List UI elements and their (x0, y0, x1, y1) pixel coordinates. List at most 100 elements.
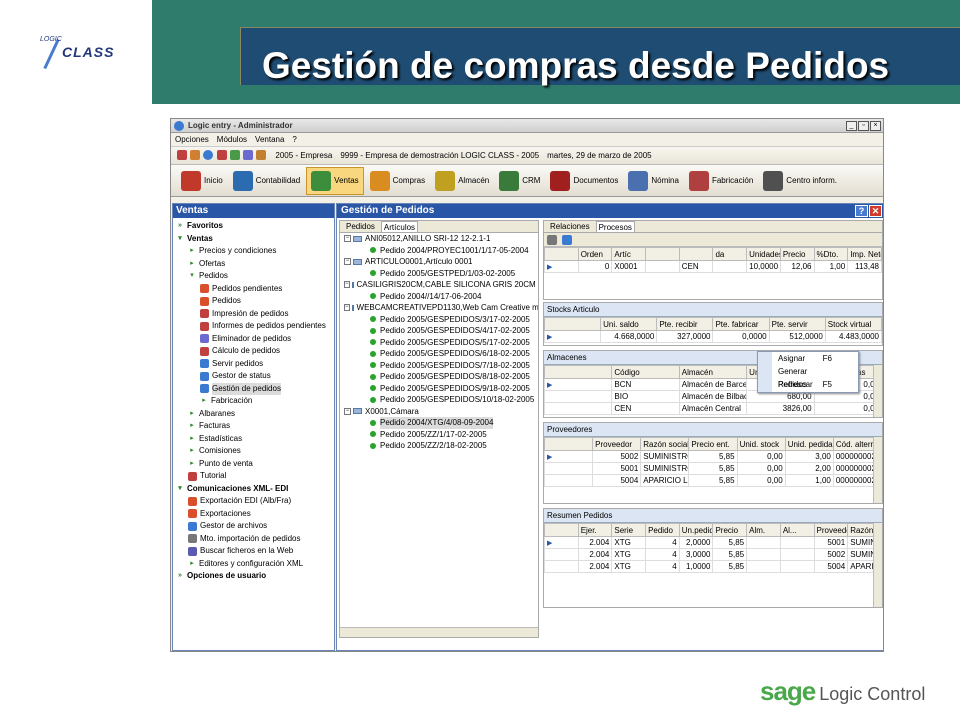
column-header[interactable]: Imp. Neto (847, 247, 882, 261)
restore-button[interactable]: ▫ (858, 120, 869, 131)
expand-glyph-icon[interactable]: ▸ (188, 408, 196, 421)
toolbar-button-7[interactable]: Nómina (624, 167, 683, 195)
tree-leaf[interactable]: Pedido 2005/GESPEDIDOS/7/18-02-2005 (340, 360, 538, 372)
column-header[interactable]: Serie (611, 523, 647, 537)
column-header[interactable]: Pte. fabricar (712, 317, 770, 331)
tree-tab[interactable]: Artículos (380, 221, 419, 232)
config-icon[interactable] (229, 149, 240, 160)
table-row[interactable]: ▶5002SUMINISTROS DE ...5,850,003,0000000… (544, 450, 882, 463)
table-row[interactable]: ▶ 4.668,0000 327,0000 0,0000 512,0000 4.483,0… (544, 330, 882, 343)
calc-icon[interactable] (190, 149, 201, 160)
column-header[interactable]: Unid. pedidas (784, 437, 834, 451)
nav-item[interactable]: Mto. importación de pedidos (173, 533, 334, 546)
table-row[interactable]: CEN Almacén Central 3826,00 0,00 (544, 402, 882, 415)
tree-folder[interactable]: − ANI05012,ANILLO SRI-12 12-2.1-1 (340, 233, 538, 245)
toolbar-button-2[interactable]: Ventas (306, 166, 364, 195)
column-header[interactable]: Precio (779, 247, 815, 261)
minimize-button[interactable]: _ (846, 120, 857, 131)
collapse-icon[interactable]: − (344, 407, 351, 415)
column-header[interactable]: Precio (712, 523, 748, 537)
menu-item[interactable]: Ventana (255, 135, 284, 144)
nav-item[interactable]: Cálculo de pedidos (173, 345, 334, 358)
tree-horizontal-scrollbar[interactable] (340, 627, 538, 637)
column-header[interactable]: Proveedor (813, 523, 849, 537)
expand-glyph-icon[interactable]: ▸ (188, 258, 196, 271)
nav-item[interactable]: ▸ Albaranes (173, 408, 334, 421)
tree-leaf[interactable]: Pedido 2004/PROYEC1001/1/17-05-2004 (340, 245, 538, 257)
right-tab[interactable]: Procesos (595, 221, 635, 232)
table-row[interactable]: 5004APARICIO LORENZO5,850,001,0000000000… (544, 474, 882, 487)
export-icon[interactable] (256, 149, 267, 160)
close-window-button[interactable]: × (870, 120, 881, 131)
nav-item[interactable]: Gestor de status (173, 370, 334, 383)
column-header[interactable]: Orden (577, 247, 613, 261)
process-menu-item[interactable]: Asignar F6 (758, 352, 858, 365)
nav-item[interactable]: Gestor de archivos (173, 520, 334, 533)
nav-item[interactable]: » Opciones de usuario (173, 570, 334, 583)
tree-folder[interactable]: − X0001,Cámara (340, 406, 538, 418)
tree-tab[interactable]: Pedidos (344, 221, 377, 232)
toolbar-button-4[interactable]: Almacén (431, 167, 493, 195)
table-row[interactable]: 2.004XTG43,00005,855002SUMINISTROS (544, 548, 882, 561)
column-header[interactable]: Pte. recibir (656, 317, 714, 331)
grid-icon[interactable] (547, 234, 557, 245)
help-icon[interactable] (203, 149, 214, 160)
warehouses-scrollbar[interactable] (873, 365, 882, 417)
nav-item[interactable]: Gestión de pedidos (173, 382, 334, 395)
toolbar-button-6[interactable]: Documentos (546, 167, 622, 195)
column-header[interactable]: Razón social (640, 437, 690, 451)
expand-glyph-icon[interactable]: ▸ (188, 433, 196, 446)
expand-glyph-icon[interactable]: ▸ (200, 395, 208, 408)
tree-leaf[interactable]: Pedido 2005/GESPEDIDOS/9/18-02-2005 (340, 383, 538, 395)
column-header[interactable]: Proveedor (592, 437, 642, 451)
expand-glyph-icon[interactable]: ▸ (188, 245, 196, 258)
nav-item[interactable]: ▸ Ofertas (173, 258, 334, 271)
nav-item[interactable]: ▾ Pedidos (173, 270, 334, 283)
menu-item[interactable]: Módulos (217, 135, 247, 144)
nav-item[interactable]: ▸ Punto de venta (173, 458, 334, 471)
column-header[interactable] (645, 247, 680, 261)
nav-item[interactable]: Servir pedidos (173, 358, 334, 371)
collapse-icon[interactable]: − (344, 258, 351, 266)
tree-leaf[interactable]: Pedido 2005/GESPEDIDOS/3/17-02-2005 (340, 314, 538, 326)
tree-leaf[interactable]: Pedido 2005/GESTPED/1/03-02-2005 (340, 268, 538, 280)
column-header[interactable]: Alm. (746, 523, 781, 537)
process-menu-item[interactable]: Generar Pedidos (758, 365, 858, 389)
expand-glyph-icon[interactable]: ▾ (176, 483, 184, 496)
print-icon[interactable] (177, 149, 187, 160)
table-row[interactable]: 2.004XTG41,00005,855004APARICIO LO (544, 560, 882, 573)
tree-folder[interactable]: − ARTICULO0001,Artículo 0001 (340, 256, 538, 268)
process-menu-item[interactable]: Refrescar F5 (758, 378, 858, 391)
column-header[interactable]: Al... (779, 523, 815, 537)
column-header[interactable]: Almacén (678, 365, 748, 379)
nav-item[interactable]: Eliminador de pedidos (173, 333, 334, 346)
nav-item[interactable]: ▸ Precios y condiciones (173, 245, 334, 258)
expand-glyph-icon[interactable]: ▾ (188, 270, 196, 283)
table-row[interactable]: ▶ 0 X0001 CEN 10,0000 12,06 1,00 113,48 (544, 260, 882, 273)
column-header[interactable]: Código (611, 365, 680, 379)
tree-leaf[interactable]: Pedido 2005/GESPEDIDOS/8/18-02-2005 (340, 371, 538, 383)
tree-leaf[interactable]: Pedido 2005/GESPEDIDOS/10/18-02-2005 (340, 394, 538, 406)
column-header[interactable] (678, 247, 714, 261)
expand-glyph-icon[interactable]: » (176, 220, 184, 233)
column-header[interactable]: %Dto. (813, 247, 849, 261)
column-header[interactable]: Artíc (611, 247, 647, 261)
summary-scrollbar[interactable] (873, 523, 882, 607)
nav-item[interactable]: Pedidos pendientes (173, 283, 334, 296)
nav-item[interactable]: Pedidos (173, 295, 334, 308)
collapse-icon[interactable]: − (344, 235, 351, 243)
expand-glyph-icon[interactable]: ▸ (188, 558, 196, 571)
nav-item[interactable]: ▾ Comunicaciones XML- EDI (173, 483, 334, 496)
table-row[interactable]: ▶2.004XTG42,00005,855001SUMINISTROS (544, 536, 882, 549)
nav-item[interactable]: Exportaciones (173, 508, 334, 521)
toolbar-button-0[interactable]: Inicio (177, 167, 227, 195)
column-header[interactable]: Pedido (645, 523, 680, 537)
toolbar-button-9[interactable]: Centro inform. (759, 167, 841, 195)
column-header[interactable]: da (712, 247, 748, 261)
column-header[interactable]: Uni. saldo (600, 317, 658, 331)
close-panel-button[interactable]: ✕ (869, 205, 882, 217)
expand-glyph-icon[interactable]: ▸ (188, 420, 196, 433)
nav-item[interactable]: » Favoritos (173, 220, 334, 233)
expand-glyph-icon[interactable]: ▸ (188, 445, 196, 458)
search-icon[interactable] (243, 149, 254, 160)
